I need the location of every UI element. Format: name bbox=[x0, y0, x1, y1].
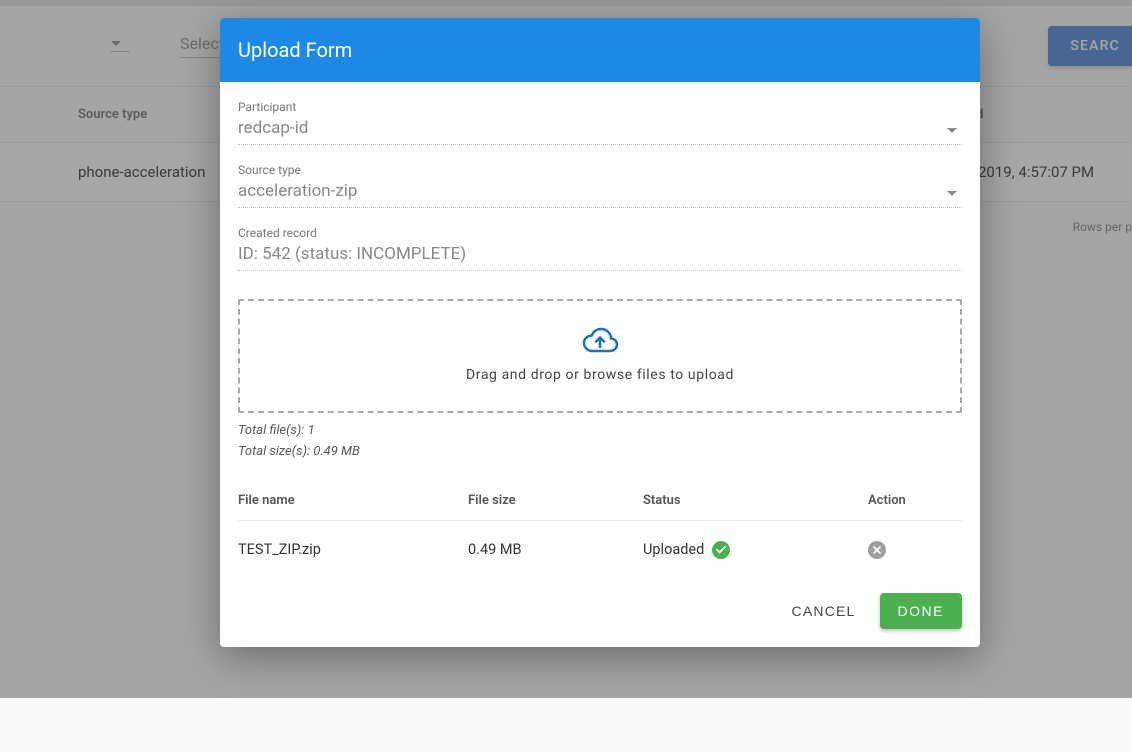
file-name: TEST_ZIP.zip bbox=[238, 541, 468, 558]
chevron-down-icon bbox=[946, 128, 958, 134]
col-header-filename: File name bbox=[238, 493, 468, 508]
col-header-status: Status bbox=[643, 493, 868, 508]
file-status: Uploaded bbox=[643, 541, 868, 559]
file-dropzone[interactable]: Drag and drop or browse files to upload bbox=[238, 299, 962, 413]
participant-label: Participant bbox=[238, 100, 962, 114]
source-type-value: acceleration-zip bbox=[238, 181, 962, 201]
dialog-title-text: Upload Form bbox=[238, 38, 352, 62]
cloud-upload-icon bbox=[581, 327, 619, 359]
upload-totals: Total file(s): 1 Total size(s): 0.49 MB bbox=[238, 421, 962, 463]
close-icon bbox=[873, 546, 881, 554]
dialog-actions: CANCEL DONE bbox=[220, 593, 980, 647]
cancel-button[interactable]: CANCEL bbox=[788, 593, 860, 629]
created-record-field: Created record ID: 542 (status: INCOMPLE… bbox=[238, 226, 962, 271]
remove-file-button[interactable] bbox=[868, 541, 886, 559]
file-status-text: Uploaded bbox=[643, 541, 704, 558]
col-header-filesize: File size bbox=[468, 493, 643, 508]
dialog-body: Participant redcap-id Source type accele… bbox=[220, 82, 980, 593]
check-circle-icon bbox=[712, 541, 730, 559]
dialog-title: Upload Form bbox=[220, 18, 980, 82]
file-table-header: File name File size Status Action bbox=[238, 493, 962, 521]
total-files: Total file(s): 1 bbox=[238, 421, 962, 442]
participant-value: redcap-id bbox=[238, 118, 962, 138]
total-size: Total size(s): 0.49 MB bbox=[238, 442, 962, 463]
participant-field[interactable]: Participant redcap-id bbox=[238, 100, 962, 145]
done-button-label: DONE bbox=[898, 603, 944, 619]
col-header-action: Action bbox=[868, 493, 962, 508]
source-type-label: Source type bbox=[238, 163, 962, 177]
chevron-down-icon bbox=[946, 191, 958, 197]
file-action-cell bbox=[868, 541, 962, 559]
file-row: TEST_ZIP.zip 0.49 MB Uploaded bbox=[238, 521, 962, 579]
done-button[interactable]: DONE bbox=[880, 593, 962, 629]
source-type-field[interactable]: Source type acceleration-zip bbox=[238, 163, 962, 208]
file-table: File name File size Status Action TEST_Z… bbox=[238, 493, 962, 579]
upload-form-dialog: Upload Form Participant redcap-id Source… bbox=[220, 18, 980, 647]
cancel-button-label: CANCEL bbox=[792, 603, 856, 619]
file-size: 0.49 MB bbox=[468, 541, 643, 558]
created-record-label: Created record bbox=[238, 226, 962, 240]
created-record-value: ID: 542 (status: INCOMPLETE) bbox=[238, 244, 962, 264]
dropzone-text: Drag and drop or browse files to upload bbox=[240, 367, 960, 383]
